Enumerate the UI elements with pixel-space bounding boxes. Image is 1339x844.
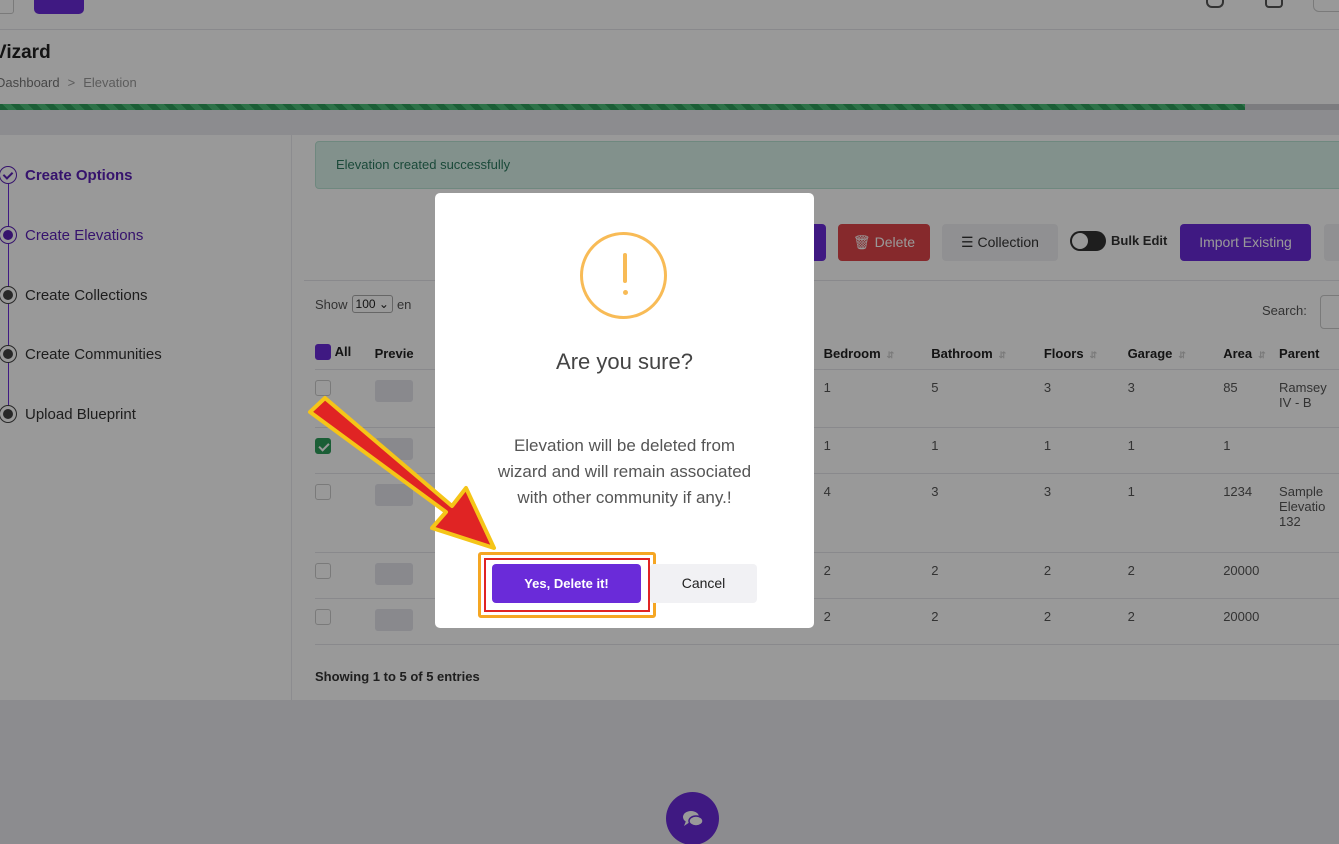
dialog-message: Elevation will be deleted from wizard an… — [497, 436, 752, 507]
cancel-button[interactable]: Cancel — [650, 564, 757, 603]
warning-icon — [580, 232, 667, 319]
confirm-delete-button[interactable]: Yes, Delete it! — [492, 564, 641, 603]
dialog-title: Are you sure? — [556, 349, 693, 374]
